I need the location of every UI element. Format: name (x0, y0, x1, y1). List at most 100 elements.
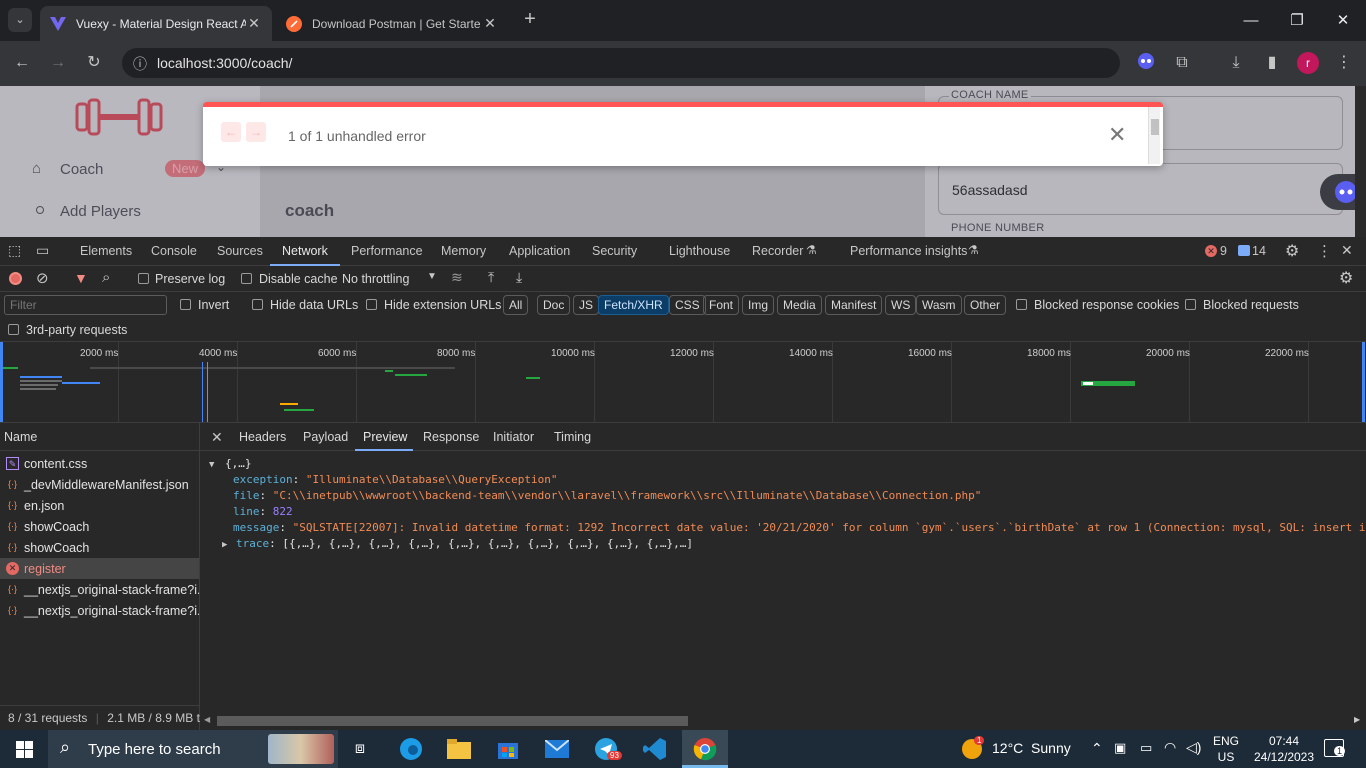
task-view-icon[interactable]: ⧈ (344, 730, 376, 768)
tab-lighthouse[interactable]: Lighthouse (669, 244, 730, 258)
close-icon[interactable]: ✕ (1341, 242, 1353, 259)
request-row[interactable]: {·} showCoach (0, 537, 199, 558)
taskbar-search-box[interactable]: ⌕ Type here to search (48, 730, 338, 768)
filter-input[interactable] (4, 295, 167, 315)
reload-icon[interactable]: ↻ (83, 52, 105, 74)
scroll-thumb[interactable] (217, 716, 688, 726)
tray-meet-icon[interactable]: ▣ (1114, 740, 1126, 756)
type-filter-js[interactable]: JS (573, 295, 600, 315)
tab-timing[interactable]: Timing (554, 430, 591, 444)
hide-data-urls-checkbox[interactable] (252, 299, 263, 310)
tab-console[interactable]: Console (151, 244, 197, 258)
volume-icon[interactable]: ◁) (1186, 739, 1201, 756)
message-icon[interactable] (1238, 245, 1250, 256)
tab-sources[interactable]: Sources (217, 244, 263, 258)
kebab-menu-icon[interactable]: ⋮ (1317, 242, 1332, 260)
chrome-icon[interactable] (682, 730, 728, 768)
network-settings-gear-icon[interactable]: ⚙ (1339, 268, 1353, 288)
type-filter-media[interactable]: Media (777, 295, 822, 315)
profile-avatar[interactable]: r (1297, 52, 1319, 74)
timeline-handle-left[interactable] (0, 342, 3, 422)
filter-icon[interactable]: ▼ (74, 270, 88, 286)
telegram-icon[interactable]: 93 (589, 730, 623, 768)
tab-headers[interactable]: Headers (239, 430, 286, 444)
error-icon[interactable]: ✕ (1205, 245, 1217, 257)
download-icon[interactable]: ⤓ (516, 269, 522, 286)
clock[interactable]: 07:44 24/12/2023 (1248, 733, 1320, 765)
battery-icon[interactable]: ▭ (1140, 740, 1152, 756)
tab-application[interactable]: Application (509, 244, 570, 258)
site-info-icon[interactable]: ⓘ (133, 54, 147, 74)
new-tab-button[interactable]: + (520, 8, 540, 30)
minimize-icon[interactable]: — (1228, 8, 1274, 34)
blocked-requests-checkbox[interactable] (1185, 299, 1196, 310)
next-error-button[interactable]: → (246, 122, 266, 142)
type-filter-ws[interactable]: WS (885, 295, 917, 315)
gear-icon[interactable]: ⚙ (1285, 241, 1299, 261)
address-bar[interactable]: ⓘ localhost:3000/coach/ (122, 48, 1120, 78)
name-column-header[interactable]: Name (0, 423, 199, 451)
prev-error-button[interactable]: ← (221, 122, 241, 142)
json-root-row[interactable]: ▼ {,…} (209, 457, 252, 470)
sidebar-item-add-players[interactable]: Add Players (30, 202, 240, 222)
language-indicator[interactable]: ENG US (1210, 733, 1242, 765)
search-icon[interactable]: ⌕ (102, 269, 110, 286)
toast-scrollbar[interactable] (1148, 107, 1160, 164)
tab-response[interactable]: Response (423, 430, 479, 444)
scroll-right-icon[interactable]: ▶ (1354, 715, 1360, 724)
request-row-selected[interactable]: ✕ register (0, 558, 199, 579)
type-filter-img[interactable]: Img (742, 295, 775, 315)
type-filter-css[interactable]: CSS (669, 295, 706, 315)
tab-recorder[interactable]: Recorder (752, 244, 803, 258)
download-icon[interactable]: ⤓ (1225, 52, 1247, 74)
tab-initiator[interactable]: Initiator (493, 430, 534, 444)
json-trace-row[interactable]: ▶ trace: [{,…}, {,…}, {,…}, {,…}, {,…}, … (222, 537, 693, 550)
network-overview-timeline[interactable]: 2000 ms 4000 ms 6000 ms 8000 ms 10000 ms… (0, 342, 1366, 423)
restore-icon[interactable]: ❐ (1274, 8, 1320, 34)
tab-memory[interactable]: Memory (441, 244, 486, 258)
puzzle-icon[interactable]: ⧉ (1171, 52, 1193, 74)
request-row[interactable]: {·} __nextjs_original-stack-frame?i... (0, 600, 199, 621)
invert-checkbox[interactable] (180, 299, 191, 310)
device-toolbar-icon[interactable]: ▭ (36, 242, 49, 259)
type-filter-other[interactable]: Other (964, 295, 1007, 315)
request-row[interactable]: {·} __nextjs_original-stack-frame?i... (0, 579, 199, 600)
tab-search-button[interactable]: ⌄ (8, 8, 32, 32)
windows-start-button[interactable] (0, 730, 48, 768)
side-panel-icon[interactable]: ▮ (1261, 52, 1283, 74)
tab-performance-insights[interactable]: Performance insights (850, 244, 967, 258)
throttling-select[interactable]: No throttling (342, 272, 409, 286)
tray-chevron-up-icon[interactable]: ⌃ (1091, 740, 1103, 757)
tab-performance[interactable]: Performance (351, 244, 423, 258)
upload-icon[interactable]: ⤒ (488, 269, 494, 286)
request-row[interactable]: ✎ content.css (0, 453, 199, 474)
request-row[interactable]: {·} _devMiddlewareManifest.json (0, 474, 199, 495)
extension-bot-icon[interactable] (1135, 52, 1157, 74)
tab-close-icon[interactable]: ✕ (246, 15, 262, 32)
blocked-response-cookies-checkbox[interactable] (1016, 299, 1027, 310)
type-filter-fetch-xhr[interactable]: Fetch/XHR (598, 295, 669, 315)
close-icon[interactable]: ✕ (1108, 122, 1126, 148)
third-party-checkbox[interactable] (8, 324, 19, 335)
record-icon[interactable] (9, 272, 22, 285)
disable-cache-checkbox[interactable] (241, 273, 252, 284)
page-scrollbar[interactable] (1355, 86, 1366, 237)
type-filter-manifest[interactable]: Manifest (825, 295, 883, 315)
tab-network[interactable]: Network (282, 244, 328, 258)
network-conditions-icon[interactable]: ≋ (451, 269, 463, 286)
window-close-icon[interactable]: ✕ (1320, 8, 1366, 34)
wifi-icon[interactable]: ◠ (1164, 739, 1176, 756)
type-filter-all[interactable]: All (503, 295, 529, 315)
tab-payload[interactable]: Payload (303, 430, 348, 444)
tab-preview[interactable]: Preview (363, 430, 407, 444)
mail-icon[interactable] (540, 730, 574, 768)
request-row[interactable]: {·} en.json (0, 495, 199, 516)
tab-close-icon[interactable]: ✕ (482, 15, 498, 32)
file-explorer-icon[interactable] (442, 730, 476, 768)
type-filter-font[interactable]: Font (703, 295, 740, 315)
request-row[interactable]: {·} showCoach (0, 516, 199, 537)
horizontal-scrollbar[interactable]: ◀ ▶ (200, 712, 1366, 730)
tab-postman[interactable]: Download Postman | Get Starte ✕ (276, 6, 508, 41)
type-filter-doc[interactable]: Doc (537, 295, 571, 315)
type-filter-wasm[interactable]: Wasm (916, 295, 962, 315)
